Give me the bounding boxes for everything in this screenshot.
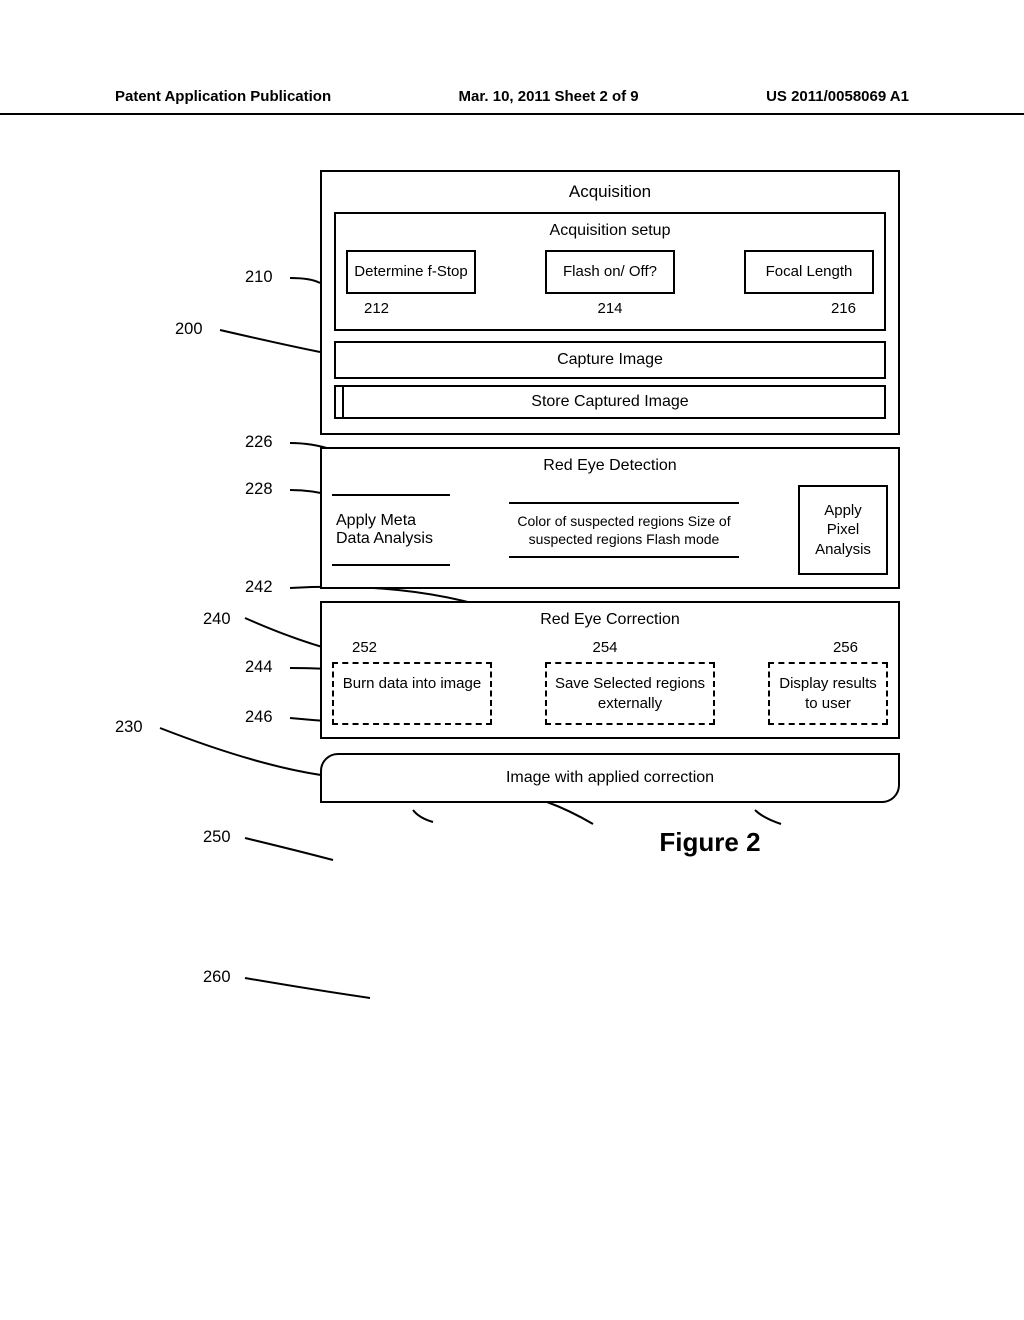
label-256: 256 <box>833 639 858 656</box>
label-252: 252 <box>352 639 377 656</box>
page-header: Patent Application Publication Mar. 10, … <box>0 88 1024 115</box>
label-254: 254 <box>592 639 617 656</box>
flash-box: Flash on/ Off? <box>545 250 675 294</box>
header-right: US 2011/0058069 A1 <box>766 88 909 105</box>
meta-hex: Apply Meta Data Analysis <box>332 494 450 566</box>
label-240: 240 <box>203 610 231 629</box>
output-box: Image with applied correction <box>320 753 900 803</box>
setup-labels: 212 214 216 <box>346 294 874 317</box>
acquisition-title: Acquisition <box>334 182 886 202</box>
label-226: 226 <box>245 433 273 452</box>
fstop-box: Determine f-Stop <box>346 250 476 294</box>
dashed-row: Burn data into image Save Selected regio… <box>332 662 888 725</box>
setup-title: Acquisition setup <box>346 222 874 240</box>
header-center: Mar. 10, 2011 Sheet 2 of 9 <box>459 88 639 105</box>
store-image-box: Store Captured Image <box>334 385 886 419</box>
label-200: 200 <box>175 320 203 339</box>
pixel-box: Apply Pixel Analysis <box>798 485 888 576</box>
header-left: Patent Application Publication <box>115 88 331 105</box>
acquisition-block: Acquisition Acquisition setup Determine … <box>320 170 900 435</box>
correction-block: Red Eye Correction 252 254 256 Burn data… <box>320 601 900 739</box>
label-244: 244 <box>245 658 273 677</box>
detection-block: Red Eye Detection Apply Meta Data Analys… <box>320 447 900 590</box>
diagram: 210 200 226 228 242 240 244 230 246 250 … <box>115 170 934 858</box>
label-246: 246 <box>245 708 273 727</box>
setup-row: Determine f-Stop Flash on/ Off? Focal Le… <box>346 250 874 294</box>
label-230: 230 <box>115 718 143 737</box>
focal-box: Focal Length <box>744 250 874 294</box>
arrow-info: Color of suspected regions Size of suspe… <box>509 502 739 558</box>
burn-box: Burn data into image <box>332 662 492 725</box>
detection-title: Red Eye Detection <box>332 457 888 475</box>
acquisition-setup: Acquisition setup Determine f-Stop Flash… <box>334 212 886 331</box>
main-flow: Acquisition Acquisition setup Determine … <box>320 170 900 858</box>
correction-title: Red Eye Correction <box>332 611 888 629</box>
label-260: 260 <box>203 968 231 987</box>
correction-labels: 252 254 256 <box>332 639 888 656</box>
label-242: 242 <box>245 578 273 597</box>
label-216: 216 <box>831 300 856 317</box>
label-212: 212 <box>364 300 389 317</box>
figure-label: Figure 2 <box>520 827 900 858</box>
label-228: 228 <box>245 480 273 499</box>
label-210: 210 <box>245 268 273 287</box>
save-box: Save Selected regions externally <box>545 662 715 725</box>
display-box: Display results to user <box>768 662 888 725</box>
detection-row: Apply Meta Data Analysis Color of suspec… <box>332 485 888 576</box>
label-250: 250 <box>203 828 231 847</box>
label-214: 214 <box>597 300 622 317</box>
capture-image-box: Capture Image <box>334 341 886 379</box>
